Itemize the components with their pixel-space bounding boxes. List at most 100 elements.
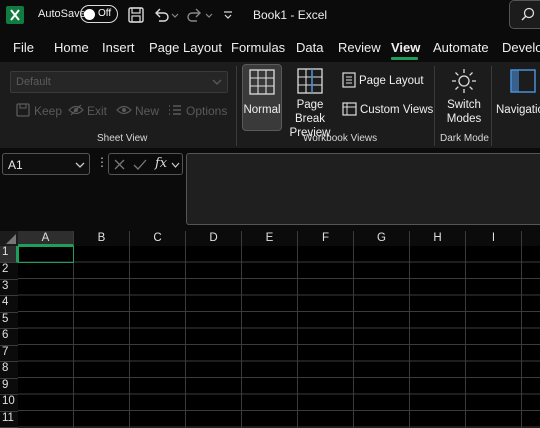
tab-developer[interactable]: Develop [502,40,540,55]
column-header-b[interactable]: B [74,231,130,246]
column-header-a[interactable]: A [18,231,74,246]
row-header-9[interactable]: 9 [0,378,18,395]
custom-views-button[interactable]: Custom Views [342,101,433,117]
navigation-pane-icon [510,69,536,93]
row-header-1[interactable]: 1 [0,246,18,263]
row-header-6[interactable]: 6 [0,329,18,346]
tab-home[interactable]: Home [54,40,89,55]
page-layout-view-button[interactable]: Page Layout [342,72,424,88]
column-header-f[interactable]: F [298,231,354,246]
row-header-2[interactable]: 2 [0,263,18,280]
new-button[interactable]: New [116,102,159,120]
group-divider [236,66,237,146]
cancel-icon[interactable] [113,158,126,171]
row-header-3[interactable]: 3 [0,279,18,296]
active-cell-a1[interactable] [18,246,74,263]
redo-dropdown-icon[interactable] [204,6,214,24]
sun-icon [452,69,476,93]
row-header-5[interactable]: 5 [0,312,18,329]
enter-check-icon[interactable] [133,158,147,171]
column-header-c[interactable]: C [130,231,186,246]
tab-page-layout[interactable]: Page Layout [149,40,222,55]
column-header-d[interactable]: D [186,231,242,246]
row-header-4[interactable]: 4 [0,296,18,313]
undo-dropdown-icon[interactable] [170,6,180,24]
page-break-icon [297,68,323,94]
custom-views-icon [342,102,357,116]
formula-actions: fx [108,153,183,175]
page-break-label-1: Page Break [294,99,326,125]
page-layout-label: Page Layout [359,75,424,87]
normal-view-button[interactable]: Normal [242,64,282,131]
title-bar: AutoSave Off Book1 - Excel [0,0,540,30]
autosave-label: AutoSave [38,8,86,20]
dark-mode-group-label: Dark Mode [440,133,489,144]
chevron-down-icon[interactable] [75,160,85,170]
page-break-preview-button[interactable]: Page Break Preview [283,64,337,139]
formula-input[interactable] [186,153,540,225]
name-box[interactable]: A1 [2,153,90,175]
chevron-down-icon [212,79,222,85]
insert-function-button[interactable]: fx [155,156,167,171]
exit-eye-icon [68,104,84,116]
select-all-corner[interactable] [0,231,18,246]
row-header-10[interactable]: 10 [0,395,18,412]
column-header-g[interactable]: G [354,231,410,246]
redo-icon[interactable] [186,6,204,24]
options-button[interactable]: Options [167,102,227,120]
sheet-view-group-label: Sheet View [97,133,148,144]
search-button[interactable] [509,0,540,29]
switch-modes-label-1: Switch [447,99,481,111]
exit-label: Exit [87,104,108,118]
options-label: Options [186,104,228,118]
navigation-button[interactable]: Navigation [496,64,540,131]
chevron-down-icon[interactable] [171,161,180,169]
autosave-toggle[interactable]: Off [80,5,118,23]
group-divider [491,66,492,146]
sheet-view-select-value: Default [16,76,51,88]
column-header-e[interactable]: E [242,231,298,246]
more-options-icon[interactable]: ⋮ [96,155,108,169]
keep-label: Keep [34,104,63,118]
navigation-label: Navigation [496,104,540,116]
tab-file[interactable]: File [13,40,34,55]
name-box-value: A1 [8,158,23,172]
normal-grid-icon [249,69,275,95]
switch-modes-button[interactable]: Switch Modes [440,64,488,131]
excel-logo-icon [6,6,24,24]
page-layout-icon [342,72,356,88]
row-header-11[interactable]: 11 [0,411,18,428]
switch-modes-label-2: Modes [446,113,482,125]
tab-review[interactable]: Review [338,40,381,55]
custom-views-label: Custom Views [360,104,434,116]
customize-toolbar-icon[interactable] [222,6,234,24]
row-header-8[interactable]: 8 [0,362,18,379]
sheet-view-select[interactable]: Default [10,71,228,93]
active-tab-indicator [391,57,418,60]
tab-automate[interactable]: Automate [433,40,489,55]
row-header-7[interactable]: 7 [0,345,18,362]
group-divider [434,66,435,146]
exit-button[interactable]: Exit [68,102,107,120]
column-header-h[interactable]: H [410,231,466,246]
options-list-icon [169,105,181,115]
new-label: New [135,104,160,118]
save-icon[interactable] [127,6,145,24]
column-header-partial[interactable] [522,231,540,246]
ribbon: Default Keep Exit New Options Sheet View [0,62,540,148]
column-header-i[interactable]: I [466,231,522,246]
tab-insert[interactable]: Insert [102,40,135,55]
ribbon-tabs: File Home Insert Page Layout Formulas Da… [0,37,540,60]
tab-formulas[interactable]: Formulas [231,40,285,55]
keep-button[interactable]: Keep [15,102,62,120]
document-title: Book1 - Excel [253,8,328,22]
undo-icon[interactable] [152,6,170,24]
search-icon [521,7,535,21]
normal-label: Normal [243,104,281,116]
tab-data[interactable]: Data [296,40,323,55]
cell-area[interactable] [18,246,540,428]
select-all-triangle-icon [6,234,16,244]
keep-icon [16,103,30,117]
workbook-views-group-label: Workbook Views [303,133,378,144]
tab-view[interactable]: View [391,40,420,55]
